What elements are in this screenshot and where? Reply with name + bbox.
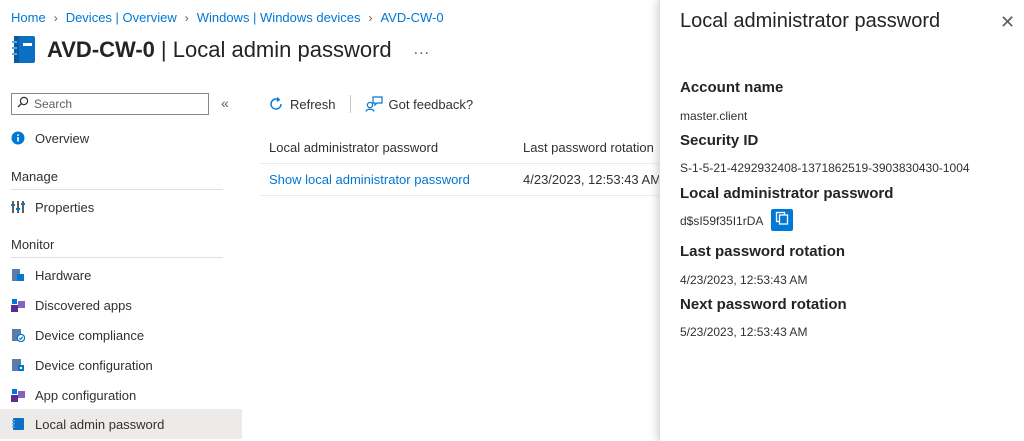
sidebar-item-label: Overview bbox=[35, 130, 90, 146]
security-id-label: Security ID bbox=[680, 132, 759, 149]
breadcrumb-device[interactable]: AVD-CW-0 bbox=[380, 10, 443, 25]
column-header-password: Local administrator password bbox=[269, 140, 439, 155]
divider bbox=[11, 257, 223, 258]
last-rotation-label: Last password rotation bbox=[680, 243, 846, 260]
sidebar-item-device-compliance[interactable]: Device compliance bbox=[0, 320, 242, 350]
table-header-row: Local administrator password Last passwo… bbox=[260, 132, 660, 164]
sidebar-item-label: Properties bbox=[35, 199, 95, 215]
divider bbox=[11, 189, 223, 190]
account-name-value: master.client bbox=[680, 109, 748, 123]
page-header: AVD-CW-0 | Local admin password ... bbox=[11, 34, 430, 66]
compliance-icon bbox=[11, 328, 25, 342]
password-detail-pane: Local administrator password ✕ Account n… bbox=[659, 0, 1024, 441]
sidebar-item-label: Local admin password bbox=[35, 416, 165, 432]
feedback-button[interactable]: Got feedback? bbox=[364, 96, 474, 112]
page-title: AVD-CW-0 bbox=[47, 37, 155, 62]
refresh-label: Refresh bbox=[290, 96, 336, 112]
refresh-icon bbox=[268, 96, 284, 112]
show-password-link[interactable]: Show local administrator password bbox=[260, 172, 514, 187]
apps-icon bbox=[11, 298, 25, 312]
search-box bbox=[11, 93, 209, 115]
breadcrumb: Home › Devices | Overview › Windows | Wi… bbox=[11, 10, 444, 25]
search-input[interactable] bbox=[34, 97, 194, 111]
sidebar-item-properties[interactable]: Properties bbox=[0, 192, 242, 222]
close-icon[interactable]: ✕ bbox=[1000, 12, 1015, 33]
feedback-label: Got feedback? bbox=[388, 96, 474, 112]
page-subtitle: | Local admin password bbox=[160, 37, 392, 62]
hardware-icon bbox=[11, 268, 25, 282]
account-name-label: Account name bbox=[680, 79, 784, 96]
rotation-cell: 4/23/2023, 12:53:43 AM bbox=[523, 172, 662, 187]
sidebar-item-label: Device compliance bbox=[35, 327, 145, 343]
info-icon bbox=[11, 131, 25, 145]
pane-title: Local administrator password bbox=[680, 10, 941, 32]
column-header-rotation: Last password rotation bbox=[523, 140, 654, 155]
sidebar-item-label: Discovered apps bbox=[35, 297, 132, 313]
security-id-value: S-1-5-21-4292932408-1371862519-390383043… bbox=[680, 161, 970, 175]
breadcrumb-devices-overview[interactable]: Devices | Overview bbox=[66, 10, 177, 25]
properties-icon bbox=[11, 200, 25, 214]
sidebar-item-label: Device configuration bbox=[35, 357, 153, 373]
password-label: Local administrator password bbox=[680, 185, 894, 202]
table-row: Show local administrator password 4/23/2… bbox=[260, 164, 662, 196]
sidebar-item-device-configuration[interactable]: Device configuration bbox=[0, 350, 242, 380]
search-icon bbox=[17, 95, 29, 113]
copy-button[interactable] bbox=[771, 209, 793, 231]
refresh-button[interactable]: Refresh bbox=[268, 96, 336, 112]
breadcrumb-home[interactable]: Home bbox=[11, 10, 46, 25]
toolbar: Refresh Got feedback? bbox=[268, 93, 473, 115]
sidebar-item-app-configuration[interactable]: App configuration bbox=[0, 380, 242, 410]
password-table: Local administrator password Last passwo… bbox=[260, 132, 662, 196]
last-rotation-value: 4/23/2023, 12:53:43 AM bbox=[680, 273, 808, 287]
apps-icon bbox=[11, 388, 25, 402]
password-value: d$sI59f35I1rDA bbox=[680, 214, 764, 228]
sidebar-item-label: App configuration bbox=[35, 387, 137, 403]
next-rotation-value: 5/23/2023, 12:53:43 AM bbox=[680, 325, 808, 339]
sidebar-item-hardware[interactable]: Hardware bbox=[0, 260, 242, 290]
copy-icon bbox=[775, 211, 789, 230]
more-options-button[interactable]: ... bbox=[414, 41, 430, 59]
breadcrumb-windows-devices[interactable]: Windows | Windows devices bbox=[197, 10, 361, 25]
chevron-right-icon: › bbox=[184, 10, 189, 25]
configuration-icon bbox=[11, 358, 25, 372]
chevron-right-icon: › bbox=[368, 10, 373, 25]
collapse-nav-button[interactable]: « bbox=[221, 95, 229, 111]
sidebar-item-overview[interactable]: Overview bbox=[0, 123, 242, 153]
feedback-icon bbox=[364, 96, 383, 112]
section-heading-monitor: Monitor bbox=[11, 237, 55, 252]
next-rotation-label: Next password rotation bbox=[680, 296, 847, 313]
toolbar-divider bbox=[349, 95, 351, 113]
notebook-icon bbox=[11, 417, 25, 431]
notebook-icon bbox=[11, 35, 37, 65]
section-heading-manage: Manage bbox=[11, 169, 58, 184]
sidebar-item-label: Hardware bbox=[35, 267, 92, 283]
chevron-right-icon: › bbox=[53, 10, 58, 25]
sidebar-item-local-admin-password[interactable]: Local admin password bbox=[0, 409, 242, 439]
sidebar-item-discovered-apps[interactable]: Discovered apps bbox=[0, 290, 242, 320]
